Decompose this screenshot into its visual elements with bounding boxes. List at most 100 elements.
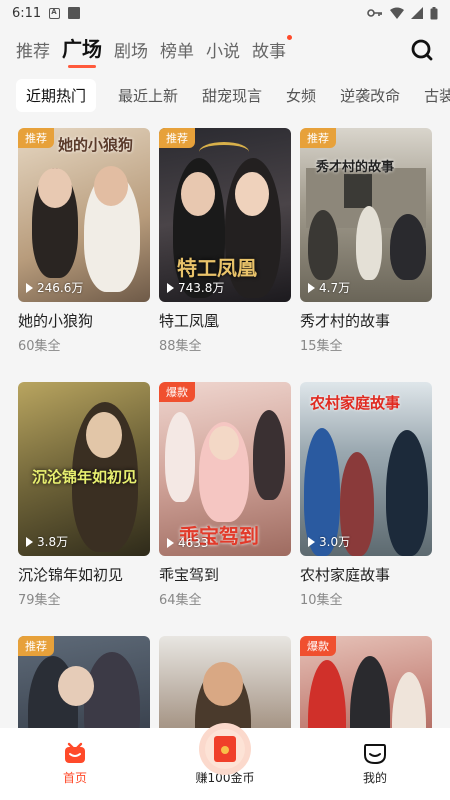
drama-card[interactable]: 推荐 她的小狼狗 246.6万 她的小狼狗 60集全 [18,128,150,354]
drama-poster[interactable]: 推荐 秀才村的故事 4.7万 [300,128,432,302]
subcat-comeback[interactable]: 逆袭改命 [340,85,400,106]
subcat-new[interactable]: 最近上新 [118,85,178,106]
figure-shape [165,412,195,502]
drama-grid: 推荐 她的小狼狗 246.6万 她的小狼狗 60集全 推荐 特工凤凰 743.8… [18,128,432,800]
drama-title: 秀才村的故事 [300,312,391,330]
episode-count: 60集全 [18,339,61,354]
drama-card[interactable]: 推荐 秀才村的故事 4.7万 秀才村的故事 15集全 [300,128,432,354]
status-bar: 6:11 [0,0,450,26]
tab-novel[interactable]: 小说 [206,37,240,70]
drama-poster[interactable]: 推荐 她的小狼狗 246.6万 [18,128,150,302]
tab-story[interactable]: 故事 [252,35,292,70]
poster-title-art: 秀才村的故事 [316,160,395,175]
notification-square-icon [68,7,81,19]
face-shape [86,412,122,458]
face-shape [58,666,94,706]
crown-shape [199,142,249,162]
view-count: 743.8万 [167,279,224,296]
view-count-value: 4.7万 [319,281,351,295]
figure-shape [308,210,338,280]
hot-badge: 爆款 [300,636,336,656]
tab-theater[interactable]: 剧场 [114,37,148,70]
drama-card[interactable]: 爆款 乖宝驾到 4633 乖宝驾到 64集全 [159,382,291,608]
drama-poster[interactable]: 爆款 乖宝驾到 4633 [159,382,291,556]
figure-shape [356,206,382,280]
drama-poster[interactable]: 沉沦锦年如初见 3.8万 [18,382,150,556]
recommend-badge: 推荐 [18,636,54,656]
drama-card[interactable]: 沉沦锦年如初见 3.8万 沉沦锦年如初见 79集全 [18,382,150,608]
poster-title-art: 她的小狼狗 [58,136,134,154]
subcat-recent-hot[interactable]: 近期热门 [16,78,97,112]
red-envelope-icon [214,736,236,762]
nav-home[interactable]: 首页 [30,741,120,786]
hot-badge: 爆款 [159,382,195,402]
nav-home-label: 首页 [62,771,87,785]
view-count: 4.7万 [308,279,350,296]
episode-count: 79集全 [18,593,61,608]
view-count: 4633 [167,536,209,550]
tab-label: 推荐 [16,42,50,62]
tab-label: 榜单 [160,42,194,62]
new-dot [287,35,292,40]
drama-title: 她的小狼狗 [18,312,94,330]
wifi-icon [390,7,404,19]
recommend-badge: 推荐 [18,128,54,148]
recommend-badge: 推荐 [300,128,336,148]
view-count-value: 3.8万 [37,535,69,549]
face-shape [235,172,269,216]
nav-earn-coins[interactable]: 赚100金币 [180,723,270,786]
poster-title-art: 沉沦锦年如初见 [32,468,138,486]
play-icon [26,282,33,293]
bottom-nav: 首页 赚100金币 我的 [0,723,450,800]
face-shape [94,166,128,206]
red-envelope-button[interactable] [199,723,251,775]
subcat-costume[interactable]: 古装 [424,85,450,106]
view-count-value: 4633 [178,536,209,550]
figure-shape [386,430,428,556]
signal-icon [411,7,423,19]
tab-label: 故事 [252,42,286,62]
drama-title: 乖宝驾到 [159,566,220,584]
drama-card[interactable]: 推荐 特工凤凰 743.8万 特工凤凰 88集全 [159,128,291,354]
view-count-value: 3.0万 [319,535,351,549]
notification-icon [49,7,61,19]
episode-count: 88集全 [159,339,202,354]
subcat-sweet-romance[interactable]: 甜宠现言 [202,85,262,106]
view-count: 3.8万 [26,533,68,550]
episode-count: 64集全 [159,593,202,608]
home-icon [65,742,85,763]
drama-poster[interactable]: 推荐 特工凤凰 743.8万 [159,128,291,302]
tab-ranking[interactable]: 榜单 [160,37,194,70]
sub-category-bar: 近期热门 最近上新 甜宠现言 女频 逆袭改命 古装 [0,74,450,116]
face-shape [38,168,72,208]
battery-icon [430,6,438,19]
drama-title: 沉沦锦年如初见 [18,566,124,584]
episode-count: 15集全 [300,339,343,354]
subcat-female[interactable]: 女频 [286,85,316,106]
face-shape [181,172,215,216]
tab-label: 广场 [62,37,102,61]
episode-count: 10集全 [300,593,343,608]
recommend-badge: 推荐 [159,128,195,148]
profile-icon [364,744,386,765]
view-count: 3.0万 [308,533,350,550]
tab-square[interactable]: 广场 [62,33,102,70]
play-icon [308,282,315,293]
view-count: 246.6万 [26,279,83,296]
top-tab-bar: 推荐 广场 剧场 榜单 小说 故事 [0,26,450,70]
play-icon [26,536,33,547]
nav-me-label: 我的 [362,771,387,785]
nav-me[interactable]: 我的 [330,741,420,786]
search-icon[interactable] [410,38,434,62]
tab-recommend[interactable]: 推荐 [16,37,50,70]
face-shape [203,662,243,706]
view-count-value: 743.8万 [178,281,225,295]
figure-shape [253,410,285,500]
tab-label: 小说 [206,42,240,62]
play-icon [167,282,174,293]
drama-poster[interactable]: 农村家庭故事 3.0万 [300,382,432,556]
drama-card[interactable]: 农村家庭故事 3.0万 农村家庭故事 10集全 [300,382,432,608]
view-count-value: 246.6万 [37,281,84,295]
play-icon [167,538,174,548]
drama-title: 农村家庭故事 [300,566,391,584]
